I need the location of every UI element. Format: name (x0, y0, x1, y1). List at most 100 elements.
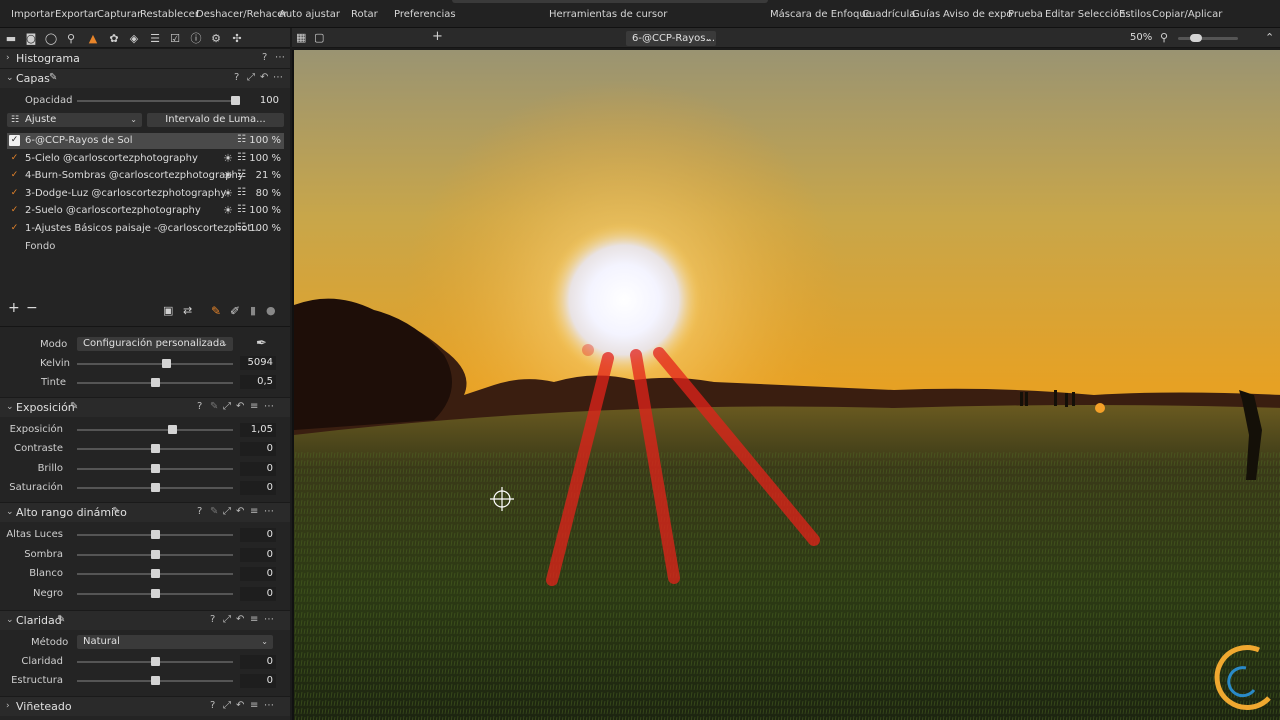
folder-icon[interactable]: ▬ (4, 31, 18, 45)
opacity-value[interactable]: 100 (246, 94, 282, 108)
slider-thumb[interactable] (150, 549, 160, 559)
reset-icon[interactable]: ↶ (236, 700, 244, 711)
variant-dropdown[interactable]: 6-@CCP-Rayos... ⌄ (626, 31, 716, 46)
brush-icon[interactable]: ✎ (211, 304, 221, 318)
add-layer-button[interactable]: + (8, 300, 20, 316)
layers-adjust-icon[interactable]: ▲ (86, 31, 100, 45)
clarity-header[interactable]: ⌄ Claridad ✎ ? ⤢ ↶ ≡ ⋯ (0, 610, 290, 630)
add-variant-icon[interactable]: + (432, 29, 443, 44)
histogram-header[interactable]: › Histograma ? ⋯ (0, 48, 290, 68)
zoom-level[interactable]: 50% (1130, 32, 1152, 43)
check-icon[interactable]: ✓ (9, 153, 20, 164)
sliders-icon[interactable]: ☷ (237, 222, 246, 233)
method-dropdown[interactable]: Natural ⌄ (77, 635, 273, 649)
erase-icon[interactable]: ✐ (230, 304, 240, 318)
sliders-icon[interactable]: ☷ (237, 152, 246, 163)
slider-thumb[interactable] (150, 463, 160, 473)
reset-icon[interactable]: ↶ (236, 506, 244, 517)
grid-view-icon[interactable]: ▦ (296, 31, 306, 44)
focus-mask-button[interactable]: Máscara de Enfoque (770, 9, 872, 20)
eyedropper-icon[interactable]: ✒ (256, 336, 267, 351)
slider-value[interactable]: 0 (240, 547, 276, 562)
zoom-slider-thumb[interactable] (1190, 34, 1202, 42)
sun-icon[interactable]: ☀ (223, 187, 233, 200)
hdr-header[interactable]: ⌄ Alto rango dinámico ✎ ? ✎ ⤢ ↶ ≡ ⋯ (0, 502, 290, 522)
slider-track[interactable] (77, 429, 233, 431)
more-icon[interactable]: ⋯ (264, 401, 274, 412)
mask-view-icon[interactable]: ▣ (163, 304, 173, 317)
copy-icon[interactable]: ⤢ (223, 614, 231, 625)
slider-thumb[interactable] (168, 425, 178, 434)
background-layer[interactable]: Fondo (25, 241, 55, 252)
opacity-slider-track[interactable] (77, 100, 240, 102)
sun-icon[interactable]: ☀ (223, 204, 233, 217)
collapse-chevron-icon[interactable]: ⌄ (6, 73, 14, 83)
exposure-warning-button[interactable]: Aviso de expo (943, 9, 1013, 20)
slider-value[interactable]: 0 (240, 655, 276, 669)
exposure-header[interactable]: ⌄ Exposición ✎ ? ✎ ⤢ ↶ ≡ ⋯ (0, 397, 290, 417)
single-view-icon[interactable]: ▢ (314, 31, 324, 44)
export-button[interactable]: Exportar (55, 9, 98, 20)
copy-icon[interactable]: ⤢ (223, 700, 231, 711)
help-icon[interactable]: ? (262, 52, 267, 63)
gear-icon[interactable]: ⚙ (209, 31, 223, 45)
reset-button[interactable]: Restablecer (140, 9, 199, 20)
kelvin-slider-track[interactable] (77, 363, 233, 365)
camera-icon[interactable]: ◙ (24, 31, 38, 45)
grid-button[interactable]: Cuadrícula (862, 9, 915, 20)
vignette-header[interactable]: › Viñeteado ? ⤢ ↶ ≡ ⋯ (0, 696, 290, 716)
kelvin-slider-thumb[interactable] (162, 359, 172, 368)
list-icon[interactable]: ☰ (148, 31, 162, 45)
slider-value[interactable]: 0 (240, 528, 276, 542)
sun-icon[interactable]: ☀ (223, 152, 233, 165)
search-icon[interactable]: ⚲ (64, 31, 78, 45)
capture-button[interactable]: Capturar (97, 9, 141, 20)
reset-icon[interactable]: ↶ (236, 401, 244, 412)
slider-value[interactable]: 0 (240, 567, 276, 581)
rotate-button[interactable]: Rotar (351, 9, 378, 20)
adjust-dropdown[interactable]: ☷ Ajuste ⌄ (7, 113, 142, 127)
help-icon[interactable]: ? (210, 614, 215, 625)
presets-icon[interactable]: ≡ (250, 614, 258, 625)
copy-apply-button[interactable]: Copiar/Aplicar (1152, 9, 1222, 20)
slider-thumb[interactable] (150, 530, 160, 539)
proof-button[interactable]: Prueba (1008, 9, 1043, 20)
lens-icon[interactable]: ◯ (44, 31, 58, 45)
help-icon[interactable]: ? (234, 72, 239, 83)
slider-thumb[interactable] (150, 588, 160, 598)
check-icon[interactable]: ✓ (9, 205, 20, 216)
sliders-icon[interactable]: ☷ (237, 169, 246, 180)
layer-row[interactable]: ✓ 6-@CCP-Rayos de Sol ☷ 100 % (7, 133, 284, 149)
expand-chevron-icon[interactable]: › (6, 701, 10, 711)
sliders-icon[interactable]: ☷ (237, 204, 246, 215)
check-icon[interactable]: ✓ (9, 223, 20, 234)
help-icon[interactable]: ? (210, 700, 215, 711)
tint-value[interactable]: 0,5 (240, 375, 276, 389)
radial-icon[interactable]: ● (266, 304, 276, 317)
reset-icon[interactable]: ↶ (236, 614, 244, 625)
presets-icon[interactable]: ≡ (250, 506, 258, 517)
layers-header[interactable]: ⌄ Capas ✎ ? ⤢ ↶ ⋯ (0, 68, 290, 88)
zoom-fit-icon[interactable]: ⌃ (1265, 31, 1274, 44)
layer-row[interactable]: ✓ 3-Dodge-Luz @carloscortezphotography ☀ ☷ 8… (7, 186, 284, 202)
collapse-chevron-icon[interactable]: ⌄ (6, 402, 14, 412)
slider-thumb[interactable] (150, 676, 160, 685)
zoom-search-icon[interactable]: ⚲ (1160, 31, 1168, 44)
slider-thumb[interactable] (150, 569, 160, 578)
undo-redo-button[interactable]: Deshacer/Rehacer (196, 9, 288, 20)
preferences-button[interactable]: Preferencias (394, 9, 456, 20)
swap-icon[interactable]: ⇄ (183, 304, 192, 317)
auto-adjust-button[interactable]: Auto ajustar (279, 9, 340, 20)
slider-thumb[interactable] (150, 657, 160, 666)
expand-chevron-icon[interactable]: › (6, 53, 10, 63)
slider-value[interactable]: 0 (240, 480, 276, 495)
kelvin-value[interactable]: 5094 (240, 356, 276, 370)
puzzle-icon[interactable]: ✣ (230, 31, 244, 45)
mode-dropdown[interactable]: Configuración personalizada ⌄ (77, 337, 233, 351)
check-icon[interactable]: ✓ (9, 135, 20, 146)
more-icon[interactable]: ⋯ (264, 614, 274, 625)
collapse-chevron-icon[interactable]: ⌄ (6, 507, 14, 517)
more-icon[interactable]: ⋯ (273, 72, 283, 83)
layer-row[interactable]: ✓ 4-Burn-Sombras @carloscortezphotography… (7, 168, 284, 184)
reset-icon[interactable]: ↶ (260, 72, 268, 83)
